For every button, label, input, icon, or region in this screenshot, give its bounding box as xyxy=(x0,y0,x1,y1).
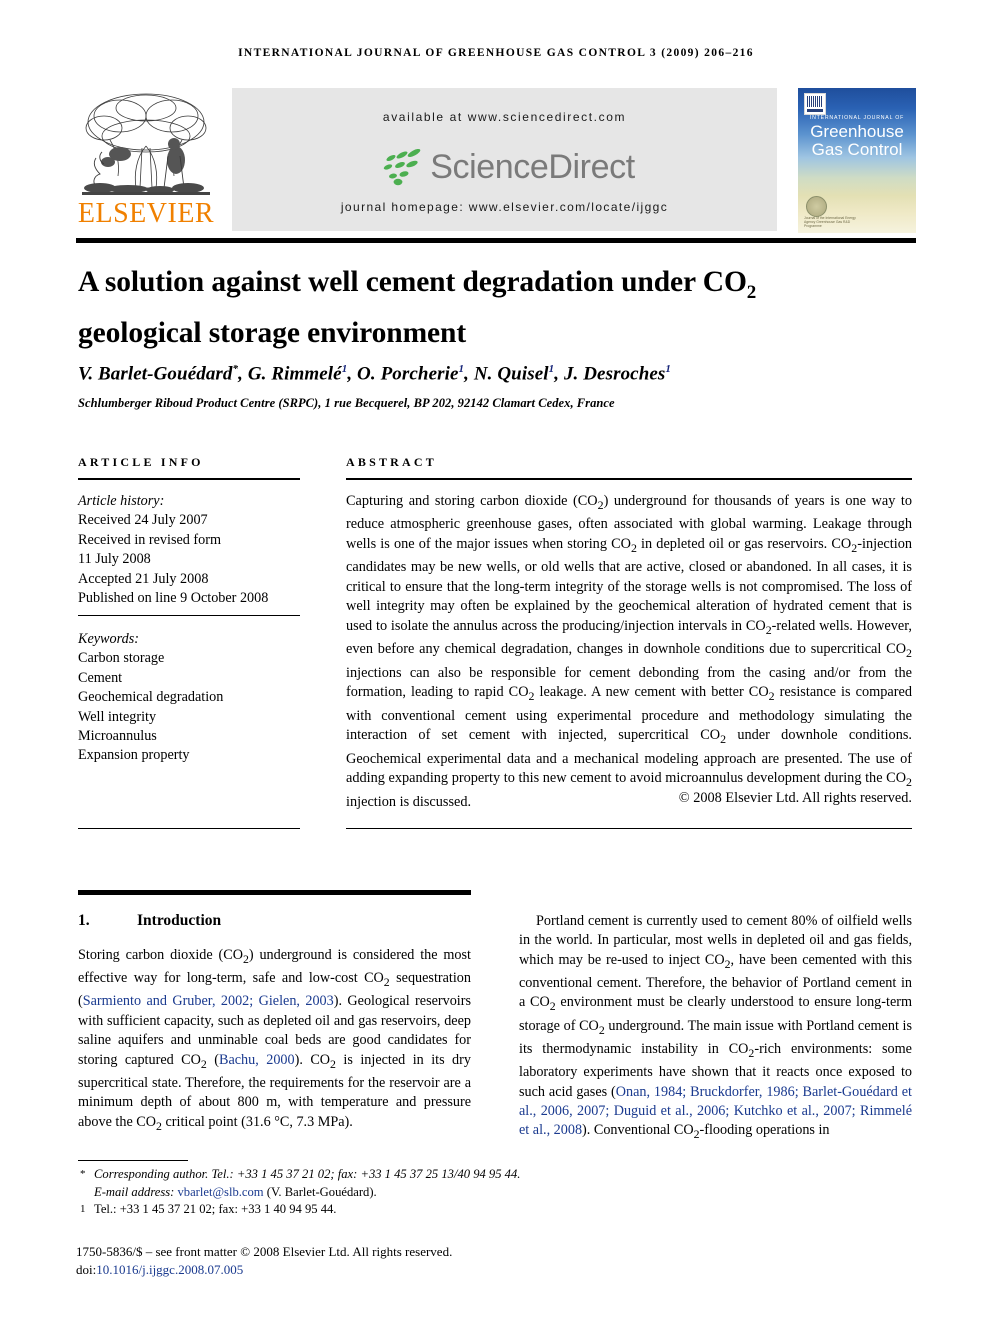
elsevier-tree-icon xyxy=(82,93,210,195)
author-mark: 1 xyxy=(665,363,672,375)
history-item: 11 July 2008 xyxy=(78,551,151,568)
keyword-item: Carbon storage xyxy=(78,650,165,667)
article-history-block: Article history: Received 24 July 2007 R… xyxy=(78,492,300,608)
keyword-item: Well integrity xyxy=(78,708,157,725)
sciencedirect-wordmark: ScienceDirect xyxy=(430,147,635,186)
keyword-item: Geochemical degradation xyxy=(78,689,224,706)
front-matter-block: 1750-5836/$ – see front matter © 2008 El… xyxy=(76,1243,676,1278)
cover-emblem-caption: Journal of the International Energy Agen… xyxy=(804,216,856,228)
footnote-block: * Corresponding author. Tel.: +33 1 45 3… xyxy=(78,1166,558,1219)
sciencedirect-band: available at www.sciencedirect.com Scien… xyxy=(232,88,777,231)
available-at-text: available at www.sciencedirect.com xyxy=(382,110,627,124)
author-name: N. Quisel xyxy=(473,363,549,385)
email-label: E-mail address: xyxy=(94,1184,175,1199)
title-line-2: geological storage environment xyxy=(78,316,467,349)
header-divider xyxy=(76,238,916,243)
affiliation: Schlumberger Riboud Product Centre (SRPC… xyxy=(78,396,615,410)
keywords-block: Keywords: Carbon storage Cement Geochemi… xyxy=(78,630,300,766)
keyword-item: Expansion property xyxy=(78,747,190,764)
doi-label: doi: xyxy=(76,1261,97,1277)
corresponding-author-text: Corresponding author. Tel.: +33 1 45 37 … xyxy=(94,1167,521,1181)
footnote-rule xyxy=(78,1160,188,1161)
author-mark: 1 xyxy=(341,363,348,375)
elsevier-wordmark: ELSEVIER xyxy=(77,198,215,229)
tel-note: 1 Tel.: +33 1 45 37 21 02; fax: +33 1 40… xyxy=(78,1201,558,1219)
sciencedirect-logo: ScienceDirect xyxy=(232,143,777,191)
author-name: G. Rimmelé xyxy=(247,363,342,385)
email-link[interactable]: vbarlet@slb.com xyxy=(178,1185,264,1199)
history-item: Received 24 July 2007 xyxy=(78,512,208,529)
keywords-rule xyxy=(78,615,300,616)
section-title: Introduction xyxy=(137,912,222,929)
doi-link[interactable]: 10.1016/j.ijggc.2008.07.005 xyxy=(96,1262,243,1277)
article-history-label: Article history: xyxy=(78,493,165,509)
history-item: Received in revised form xyxy=(78,531,222,548)
abstract-text: Capturing and storing carbon dioxide (CO… xyxy=(346,493,913,810)
info-bottom-rule xyxy=(78,828,300,829)
running-head: International Journal of Greenhouse Gas … xyxy=(238,47,754,59)
author-name: V. Barlet-Gouédard xyxy=(78,363,233,385)
journal-homepage-text: journal homepage: www.elsevier.com/locat… xyxy=(340,200,669,214)
elsevier-logo: ELSEVIER xyxy=(76,86,216,234)
sciencedirect-leaves-icon xyxy=(384,148,421,186)
section-number: 1. xyxy=(78,912,90,929)
author-mark: * xyxy=(232,363,239,375)
doi-line: doi:10.1016/j.ijggc.2008.07.005 xyxy=(76,1261,676,1279)
article-info-rule xyxy=(78,478,300,480)
journal-cover-thumbnail: International Journal of Greenhouse Gas … xyxy=(798,88,916,233)
author-mark: 1 xyxy=(458,363,465,375)
history-item: Published on line 9 October 2008 xyxy=(78,590,269,607)
front-matter-text: 1750-5836/$ – see front matter © 2008 El… xyxy=(76,1244,453,1259)
cover-eyebrow: International Journal of xyxy=(809,115,905,121)
keyword-item: Microannulus xyxy=(78,728,157,745)
history-item: Accepted 21 July 2008 xyxy=(78,570,209,587)
cover-title: Greenhouse Gas Control xyxy=(810,122,904,159)
cover-elsevier-badge-icon xyxy=(804,93,826,115)
author-list: V. Barlet-Gouédard*, G. Rimmelé1, O. Por… xyxy=(78,363,672,385)
author-mark: 1 xyxy=(548,363,555,375)
introduction-rule xyxy=(78,890,471,895)
abstract-copyright: © 2008 Elsevier Ltd. All rights reserved… xyxy=(678,790,912,806)
introduction-right-column: Portland cement is currently used to cem… xyxy=(519,913,913,1142)
page-title: A solution against well cement degradati… xyxy=(78,262,888,353)
abstract-heading: ABSTRACT xyxy=(346,455,437,469)
corresponding-author-mark: * xyxy=(80,1168,86,1180)
author-name: J. Desroches xyxy=(563,363,666,385)
title-line-1: A solution against well cement degradati… xyxy=(78,266,747,298)
corresponding-author-note: * Corresponding author. Tel.: +33 1 45 3… xyxy=(78,1166,558,1184)
title-subscript: 2 xyxy=(746,281,757,303)
article-info-heading: ARTICLE INFO xyxy=(78,455,204,469)
tel-note-mark: 1 xyxy=(80,1203,86,1215)
keywords-label: Keywords: xyxy=(78,631,139,647)
keyword-item: Cement xyxy=(78,669,123,686)
abstract-bottom-rule xyxy=(346,828,912,829)
cover-emblem-icon xyxy=(806,196,827,217)
journal-header-band: ELSEVIER available at www.sciencedirect.… xyxy=(76,86,916,234)
introduction-left-column: Storing carbon dioxide (CO2) underground… xyxy=(78,947,471,1133)
tel-note-text: Tel.: +33 1 45 37 21 02; fax: +33 1 40 9… xyxy=(94,1202,337,1216)
abstract-rule xyxy=(346,478,912,480)
email-suffix: (V. Barlet-Gouédard). xyxy=(266,1184,377,1199)
email-note: E-mail address: vbarlet@slb.com (V. Barl… xyxy=(78,1184,558,1202)
journal-article-page: International Journal of Greenhouse Gas … xyxy=(0,0,992,1323)
author-name: O. Porcherie xyxy=(357,363,459,385)
